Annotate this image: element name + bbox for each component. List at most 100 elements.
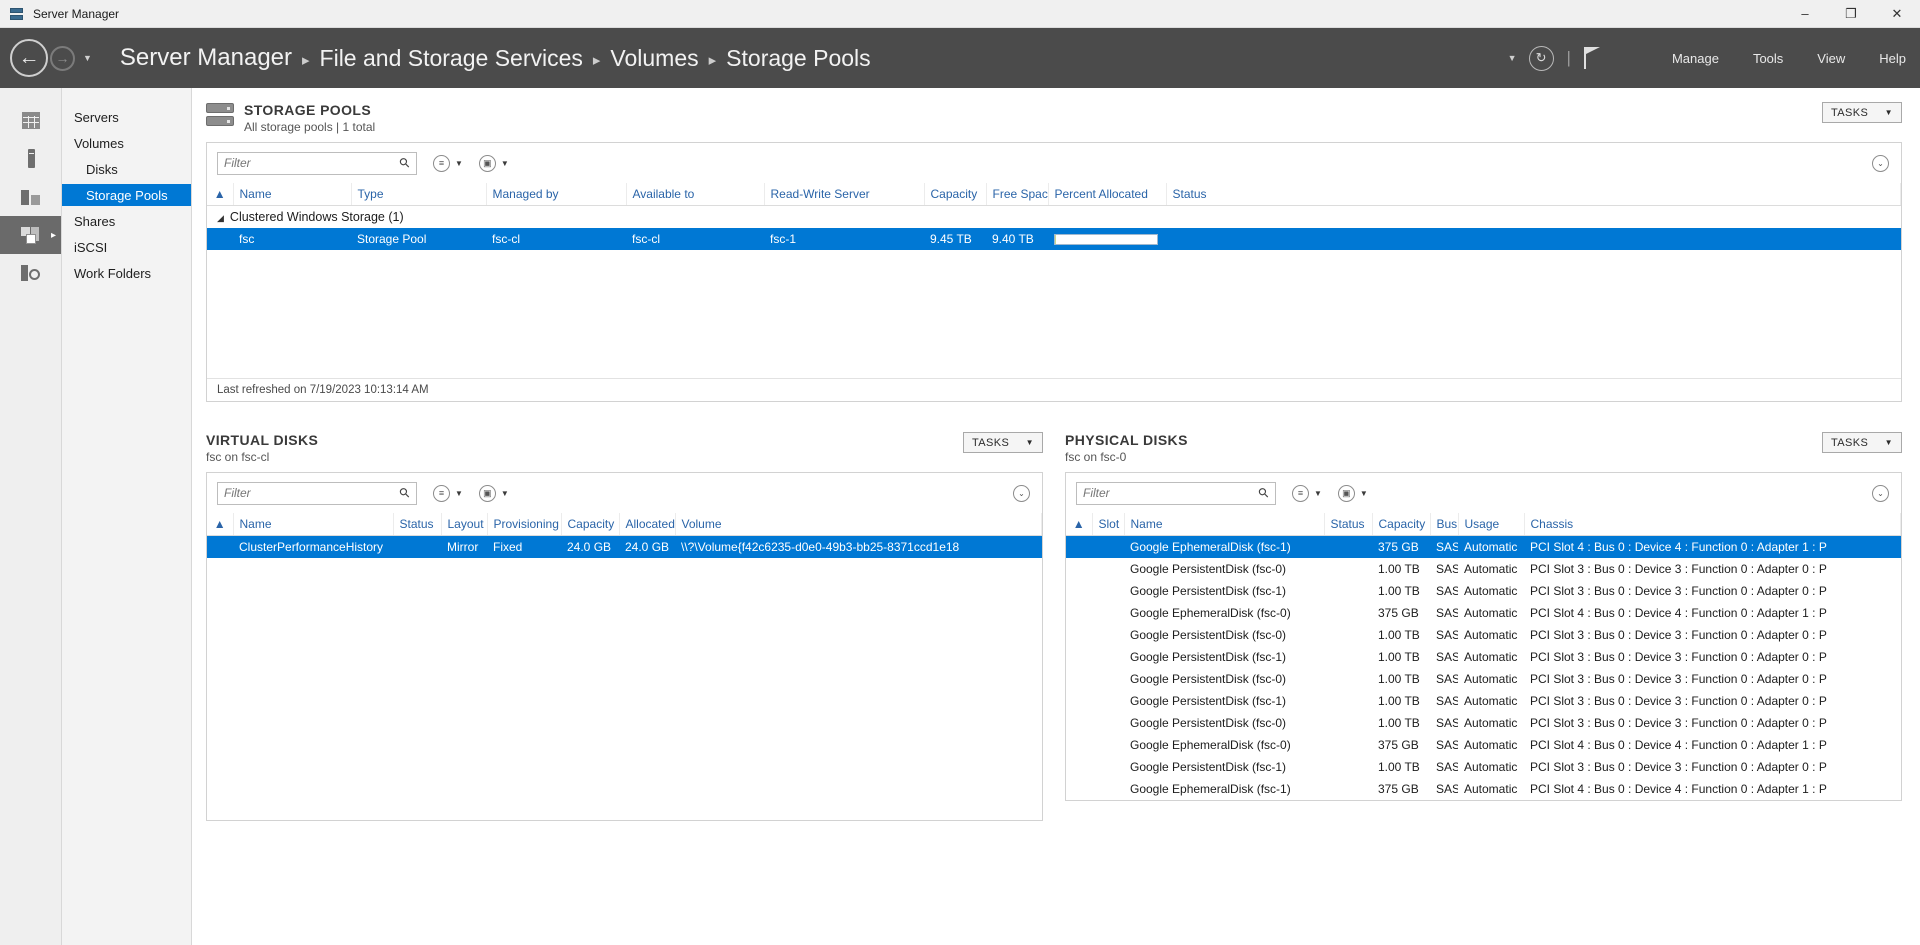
column-header-capacity[interactable]: Capacity (1372, 513, 1431, 536)
save-query-icon[interactable]: ▣ (478, 484, 496, 502)
notifications-caret-icon[interactable]: ▼ (1508, 53, 1517, 63)
table-row[interactable]: Google EphemeralDisk (fsc-1) 375 GB SAS Aut… (1066, 535, 1901, 558)
storage-pools-filter-input[interactable] (224, 156, 401, 170)
save-query-caret-icon[interactable]: ▼ (501, 489, 509, 498)
rail-item-storage-pools[interactable]: ▸ (0, 216, 61, 254)
table-row[interactable]: Google PersistentDisk (fsc-1) 1.00 TB SAS A… (1066, 580, 1901, 602)
rail-item-disks[interactable] (0, 178, 61, 216)
list-view-icon[interactable]: ≡ (433, 484, 450, 502)
storage-pools-tasks-button[interactable]: TASKS ▼ (1822, 102, 1902, 123)
column-header-provisioning[interactable]: Provisioning (487, 513, 562, 536)
physical-disks-tasks-button[interactable]: TASKS ▼ (1822, 432, 1902, 453)
close-button[interactable]: ✕ (1874, 0, 1920, 28)
sort-indicator-icon[interactable]: ▲ (207, 183, 234, 206)
history-dropdown-caret-icon[interactable]: ▼ (83, 53, 92, 63)
rail-item-dashboard[interactable] (0, 102, 61, 140)
table-row[interactable]: Google PersistentDisk (fsc-1) 1.00 TB SAS A… (1066, 756, 1901, 778)
column-header-name[interactable]: Name (233, 513, 394, 536)
list-view-caret-icon[interactable]: ▼ (455, 489, 463, 498)
column-header-chassis[interactable]: Chassis (1524, 513, 1901, 536)
table-row[interactable]: Google EphemeralDisk (fsc-1) 375 GB SAS Aut… (1066, 778, 1901, 800)
column-header-status[interactable]: Status (1166, 183, 1901, 206)
minimize-button[interactable]: – (1782, 0, 1828, 28)
table-row[interactable]: Google PersistentDisk (fsc-0) 1.00 TB SAS A… (1066, 668, 1901, 690)
column-header-status[interactable]: Status (1324, 513, 1373, 536)
save-query-caret-icon[interactable]: ▼ (501, 159, 509, 168)
column-header-layout[interactable]: Layout (441, 513, 488, 536)
menu-help[interactable]: Help (1879, 51, 1906, 66)
table-group-row[interactable]: ◢ Clustered Windows Storage (1) (207, 206, 1901, 229)
physical-disks-filter[interactable]: ⚲ (1076, 481, 1276, 505)
save-query-icon[interactable]: ▣ (478, 154, 496, 172)
physical-disks-collapse-icon[interactable]: ⌄ (1872, 484, 1889, 502)
breadcrumb-item-volumes[interactable]: Volumes (610, 45, 698, 72)
sort-indicator-icon[interactable]: ▲ (1066, 513, 1093, 536)
column-header-capacity[interactable]: Capacity (924, 183, 987, 206)
sidebar-item-shares[interactable]: Shares (62, 210, 191, 232)
sidebar-item-volumes[interactable]: Volumes (62, 132, 191, 154)
refresh-icon[interactable]: ↻ (1528, 45, 1554, 71)
list-view-icon[interactable]: ≡ (1292, 484, 1309, 502)
menu-manage[interactable]: Manage (1672, 51, 1719, 66)
column-header-volume[interactable]: Volume (675, 513, 1042, 536)
breadcrumb-item-storage-pools[interactable]: Storage Pools (726, 45, 870, 72)
rail-item-volumes[interactable] (0, 140, 61, 178)
table-row[interactable]: Google PersistentDisk (fsc-0) 1.00 TB SAS A… (1066, 558, 1901, 580)
column-header-name[interactable]: Name (233, 183, 352, 206)
cell-chassis: PCI Slot 3 : Bus 0 : Device 3 : Function… (1530, 584, 1827, 598)
sort-indicator-icon[interactable]: ▲ (207, 513, 234, 536)
menu-tools[interactable]: Tools (1753, 51, 1783, 66)
column-header-slot[interactable]: Slot (1092, 513, 1125, 536)
table-row[interactable]: Google EphemeralDisk (fsc-0) 375 GB SAS Aut… (1066, 734, 1901, 756)
list-view-caret-icon[interactable]: ▼ (1314, 489, 1322, 498)
menu-view[interactable]: View (1817, 51, 1845, 66)
save-query-icon[interactable]: ▣ (1337, 484, 1355, 502)
column-header-type[interactable]: Type (351, 183, 487, 206)
column-header-available-to[interactable]: Available to (626, 183, 765, 206)
sidebar-item-work-folders[interactable]: Work Folders (62, 262, 191, 284)
breadcrumb-item-file-and-storage-services[interactable]: File and Storage Services (320, 45, 583, 72)
table-row[interactable]: Google PersistentDisk (fsc-1) 1.00 TB SAS A… (1066, 646, 1901, 668)
list-view-icon[interactable]: ≡ (433, 154, 450, 172)
column-header-allocated[interactable]: Allocated (619, 513, 676, 536)
virtual-disks-collapse-icon[interactable]: ⌄ (1013, 484, 1030, 502)
column-header-name[interactable]: Name (1124, 513, 1325, 536)
breadcrumb-item-server-manager[interactable]: Server Manager (120, 44, 292, 72)
save-query-caret-icon[interactable]: ▼ (1360, 489, 1368, 498)
rail-item-shares[interactable] (0, 254, 61, 292)
list-view-caret-icon[interactable]: ▼ (455, 159, 463, 168)
sidebar-item-servers[interactable]: Servers (62, 106, 191, 128)
virtual-disks-filter-input[interactable] (224, 486, 401, 500)
sidebar-item-iscsi[interactable]: iSCSI (62, 236, 191, 258)
forward-arrow-icon[interactable]: → (50, 45, 75, 71)
column-header-managed-by[interactable]: Managed by (486, 183, 627, 206)
table-row[interactable]: Google PersistentDisk (fsc-1) 1.00 TB SAS A… (1066, 690, 1901, 712)
column-header-bus[interactable]: Bus (1430, 513, 1459, 536)
sidebar-item-storage-pools[interactable]: Storage Pools (62, 184, 191, 206)
flag-icon[interactable] (1583, 47, 1604, 69)
column-header-free-space[interactable]: Free Space (986, 183, 1049, 206)
column-header-read-write-server[interactable]: Read-Write Server (764, 183, 925, 206)
restore-button[interactable]: ❐ (1828, 0, 1874, 28)
cell-sort (1066, 580, 1092, 602)
back-arrow-icon[interactable]: ← (10, 39, 48, 77)
sidebar-item-disks[interactable]: Disks (62, 158, 191, 180)
physical-disks-filter-input[interactable] (1083, 486, 1260, 500)
table-row[interactable]: ClusterPerformanceHistory Mirror Fixed 2… (207, 535, 1042, 558)
storage-pools-filter[interactable]: ⚲ (217, 151, 417, 175)
cell-status (393, 535, 441, 558)
table-row[interactable]: Google PersistentDisk (fsc-0) 1.00 TB SAS A… (1066, 624, 1901, 646)
column-header-usage[interactable]: Usage (1458, 513, 1525, 536)
column-header-percent-allocated[interactable]: Percent Allocated (1048, 183, 1167, 206)
table-row[interactable]: Google EphemeralDisk (fsc-0) 375 GB SAS Aut… (1066, 602, 1901, 624)
virtual-disks-filter[interactable]: ⚲ (217, 481, 417, 505)
storage-pools-icon (20, 225, 42, 245)
column-header-status[interactable]: Status (393, 513, 442, 536)
storage-pools-collapse-icon[interactable]: ⌄ (1872, 154, 1889, 172)
table-row[interactable]: fsc Storage Pool fsc-cl fsc-cl fsc-1 9.4… (207, 228, 1901, 250)
virtual-disks-tasks-button[interactable]: TASKS ▼ (963, 432, 1043, 453)
table-row[interactable]: Google PersistentDisk (fsc-0) 1.00 TB SAS A… (1066, 712, 1901, 734)
column-header-capacity[interactable]: Capacity (561, 513, 620, 536)
cell-sort (1066, 624, 1092, 646)
group-collapse-icon[interactable]: ◢ (217, 213, 224, 223)
